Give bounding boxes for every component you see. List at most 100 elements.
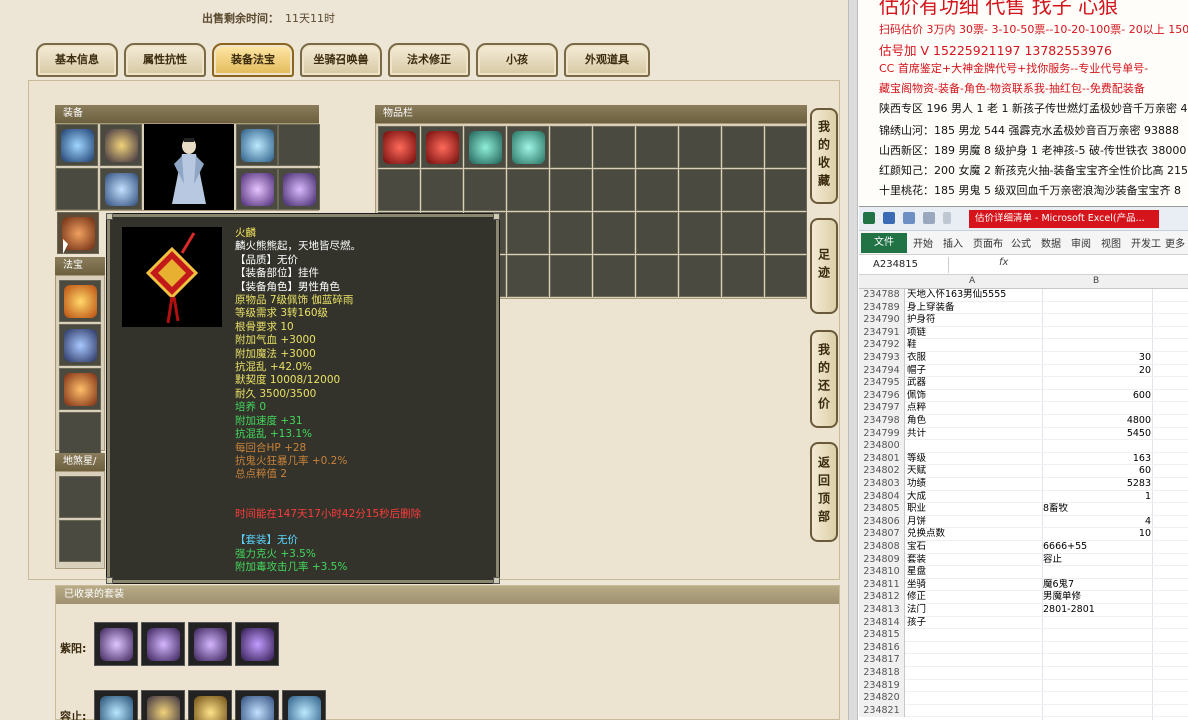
row-number[interactable]: 234812: [859, 591, 905, 604]
sheet-row[interactable]: 234791 项链: [859, 326, 1188, 340]
inventory-slot-27[interactable]: [636, 212, 678, 254]
inventory-slot-36[interactable]: [593, 255, 635, 297]
inventory-slot-7[interactable]: [636, 126, 678, 168]
cell-a[interactable]: 职业: [907, 503, 1041, 516]
row-number[interactable]: 234810: [859, 566, 905, 579]
cell-b[interactable]: 8畜牧: [1043, 503, 1151, 516]
sheet-row[interactable]: 234817: [859, 654, 1188, 667]
equip-slot-bracelet[interactable]: [278, 168, 320, 210]
row-number[interactable]: 234816: [859, 641, 905, 655]
row-number[interactable]: 234791: [859, 326, 905, 340]
cell-b[interactable]: 4: [1043, 516, 1151, 529]
sheet-row[interactable]: 234789 身上穿装备: [859, 301, 1188, 315]
inventory-slot-39[interactable]: [722, 255, 764, 297]
cell-a[interactable]: 武器: [907, 377, 1041, 390]
sheet-row[interactable]: 234801 等级 163: [859, 452, 1188, 466]
inventory-slot-1[interactable]: [378, 126, 420, 168]
sheet-row[interactable]: 234809 套装 容止: [859, 553, 1188, 567]
sheet-row[interactable]: 234819: [859, 679, 1188, 693]
row-number[interactable]: 234821: [859, 704, 905, 718]
sheet-row[interactable]: 234816: [859, 641, 1188, 655]
column-header-b[interactable]: B: [1093, 276, 1099, 286]
sheet-row[interactable]: 234797 点粹: [859, 402, 1188, 415]
inventory-slot-14[interactable]: [507, 169, 549, 211]
suit-item[interactable]: [235, 690, 279, 720]
row-number[interactable]: 234802: [859, 465, 905, 478]
inventory-slot-10[interactable]: [765, 126, 807, 168]
inventory-slot-13[interactable]: [464, 169, 506, 211]
ribbon-tab-view[interactable]: 视图: [1101, 235, 1121, 250]
ribbon-tab-file[interactable]: 文件: [861, 233, 907, 253]
back-to-top-button[interactable]: 返回顶部: [810, 442, 838, 542]
sheet-row[interactable]: 234803 功绩 5283: [859, 478, 1188, 491]
spreadsheet-grid[interactable]: 234788 天地入怀163男仙5555 234789 身上穿装备 234790 护身符 2…: [859, 289, 1188, 720]
sheet-row[interactable]: 234815: [859, 629, 1188, 642]
inventory-slot-28[interactable]: [679, 212, 721, 254]
dizhen-slot-1[interactable]: [59, 476, 101, 518]
sheet-row[interactable]: 234802 天赋 60: [859, 465, 1188, 478]
inventory-slot-4[interactable]: [507, 126, 549, 168]
row-number[interactable]: 234818: [859, 667, 905, 680]
cell-a[interactable]: 角色: [907, 415, 1041, 428]
cell-a[interactable]: 月饼: [907, 516, 1041, 529]
row-number[interactable]: 234800: [859, 440, 905, 453]
row-number[interactable]: 234790: [859, 314, 905, 327]
inventory-slot-20[interactable]: [765, 169, 807, 211]
tab-equipment-fabao[interactable]: 装备法宝: [212, 43, 294, 77]
inventory-slot-40[interactable]: [765, 255, 807, 297]
cell-a[interactable]: 天地入怀163男仙5555: [907, 289, 1041, 302]
ribbon-tab-home[interactable]: 开始: [913, 235, 933, 250]
cell-b[interactable]: 4800: [1043, 415, 1151, 428]
sheet-row[interactable]: 234814 孩子: [859, 616, 1188, 630]
sheet-row[interactable]: 234807 兑换点数 10: [859, 528, 1188, 541]
cell-b[interactable]: 5450: [1043, 428, 1151, 441]
ribbon-tab-more[interactable]: 更多: [1165, 235, 1185, 250]
suit-item[interactable]: [94, 622, 138, 666]
inventory-slot-17[interactable]: [636, 169, 678, 211]
equip-slot-weapon[interactable]: [100, 124, 142, 166]
sheet-row[interactable]: 234808 宝石 6666+55: [859, 541, 1188, 554]
cell-b[interactable]: 5283: [1043, 478, 1151, 491]
suit-item[interactable]: [188, 690, 232, 720]
inventory-slot-2[interactable]: [421, 126, 463, 168]
inventory-slot-38[interactable]: [679, 255, 721, 297]
cell-a[interactable]: 套装: [907, 554, 1041, 567]
fabao-slot-1[interactable]: [59, 280, 101, 322]
ribbon-tab-formulas[interactable]: 公式: [1011, 235, 1031, 250]
sheet-row[interactable]: 234790 护身符: [859, 314, 1188, 327]
column-header-a[interactable]: A: [969, 276, 975, 286]
row-number[interactable]: 234798: [859, 415, 905, 428]
inventory-slot-11[interactable]: [378, 169, 420, 211]
row-number[interactable]: 234805: [859, 503, 905, 516]
cell-b[interactable]: 6666+55: [1043, 541, 1151, 554]
row-number[interactable]: 234796: [859, 389, 905, 403]
equip-slot-helmet[interactable]: [56, 124, 98, 166]
sheet-row[interactable]: 234821: [859, 704, 1188, 718]
tab-child[interactable]: 小孩: [476, 43, 558, 77]
equip-slot-empty-2[interactable]: [278, 124, 320, 166]
inventory-slot-5[interactable]: [550, 126, 592, 168]
sheet-row[interactable]: 234804 大成 1: [859, 490, 1188, 504]
cell-a[interactable]: 孩子: [907, 617, 1041, 630]
row-number[interactable]: 234809: [859, 553, 905, 567]
row-number[interactable]: 234819: [859, 679, 905, 693]
row-number[interactable]: 234813: [859, 604, 905, 617]
cell-b[interactable]: 魔6鬼7: [1043, 579, 1151, 592]
cell-b[interactable]: 2801-2801: [1043, 604, 1151, 617]
sheet-row[interactable]: 234820: [859, 692, 1188, 705]
my-counteroffer-button[interactable]: 我的还价: [810, 330, 838, 428]
cell-a[interactable]: 坐骑: [907, 579, 1041, 592]
suit-item[interactable]: [235, 622, 279, 666]
inventory-slot-35[interactable]: [550, 255, 592, 297]
sheet-row[interactable]: 234799 共计 5450: [859, 427, 1188, 441]
name-box[interactable]: A234815: [869, 257, 949, 273]
suit-item[interactable]: [188, 622, 232, 666]
window-splitter[interactable]: [848, 0, 858, 720]
inventory-slot-19[interactable]: [722, 169, 764, 211]
inventory-slot-24[interactable]: [507, 212, 549, 254]
sheet-row[interactable]: 234800: [859, 440, 1188, 453]
equip-slot-necklace[interactable]: [236, 124, 278, 166]
equip-slot-ring[interactable]: [236, 168, 278, 210]
cell-b[interactable]: 163: [1043, 453, 1151, 466]
sheet-row[interactable]: 234818: [859, 667, 1188, 680]
